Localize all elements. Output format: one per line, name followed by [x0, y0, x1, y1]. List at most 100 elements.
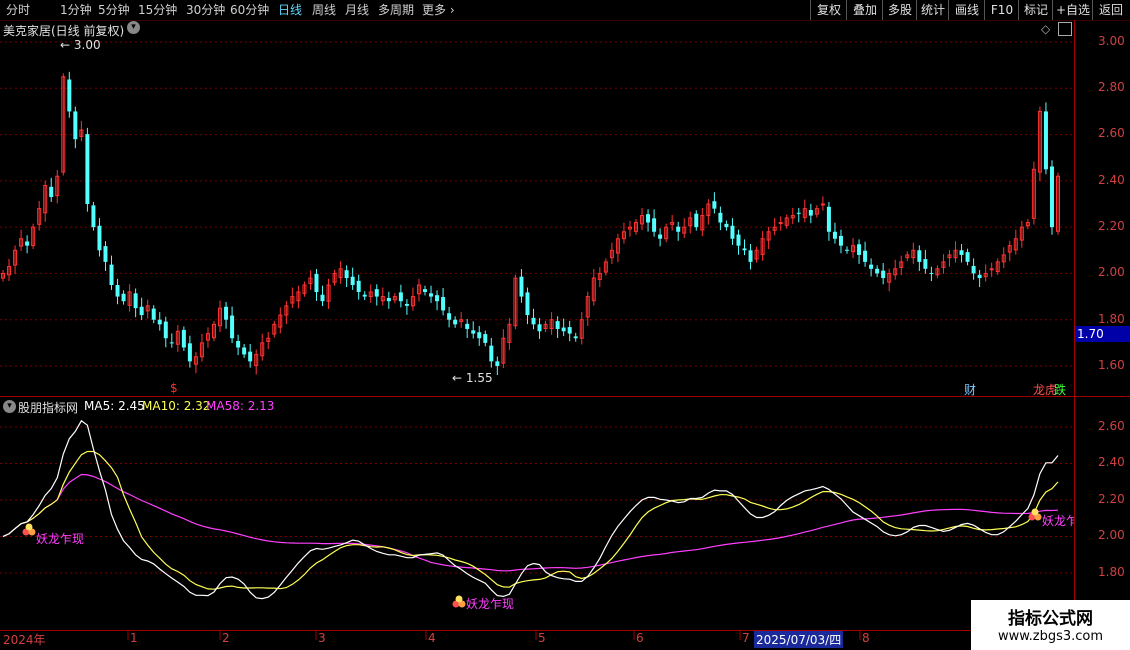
candle-body-down	[344, 270, 349, 279]
candle-body-down	[748, 250, 753, 262]
candle-body-down	[971, 266, 976, 274]
candle-body-down	[181, 329, 186, 348]
candle-body-down	[923, 259, 928, 269]
candle-body-down	[712, 201, 717, 209]
candle-body-down	[1043, 111, 1048, 170]
x-tick: 6	[636, 631, 644, 645]
candle-body-down	[109, 264, 114, 285]
indicator-y-tick: 2.20	[1098, 492, 1125, 506]
chevron-down-icon[interactable]: ▾	[3, 400, 16, 413]
candle-body-down	[881, 270, 886, 279]
candle-body-down	[429, 293, 434, 297]
y-tick: 2.20	[1098, 219, 1125, 233]
candle-body-down	[169, 342, 174, 344]
candle-body-down	[151, 308, 156, 320]
candle-body-down	[398, 292, 403, 302]
ma5-legend: MA5: 2.45	[84, 399, 145, 413]
candle-body-down	[736, 234, 741, 246]
x-tick: 7	[742, 631, 750, 645]
current-price-badge: 1.70	[1075, 326, 1130, 342]
candle-body-down	[808, 210, 813, 216]
candle-body-down	[91, 205, 96, 228]
x-tick: 3	[318, 631, 326, 645]
candle-body-down	[1049, 166, 1054, 228]
candle-body-down	[796, 212, 801, 214]
candle-body-down	[845, 249, 849, 251]
candle-body-down	[115, 285, 120, 297]
x-tick: 5	[538, 631, 546, 645]
indicator-y-tick: 2.00	[1098, 528, 1125, 542]
y-tick: 1.60	[1098, 358, 1125, 372]
watermark-url: www.zbgs3.com	[997, 629, 1104, 644]
signal-label: 妖龙乍现	[466, 597, 515, 611]
indicator-y-tick: 2.60	[1098, 419, 1125, 433]
candle-body-down	[350, 276, 355, 285]
candle-body-down	[646, 214, 651, 223]
kline-chart[interactable]	[0, 0, 1130, 650]
stock-title: 美克家居(日线 前复权)	[3, 24, 125, 38]
window-toggle-icon[interactable]	[1058, 22, 1072, 36]
candle-body-down	[857, 244, 862, 255]
y-tick: 1.80	[1098, 312, 1125, 326]
candle-body-down	[489, 345, 494, 362]
candle-body-down	[236, 341, 241, 348]
candle-body-down	[929, 272, 934, 274]
x-tick: 1	[130, 631, 138, 645]
candle-body-down	[67, 79, 72, 112]
candle-body-down	[525, 292, 530, 316]
x-tick: 2	[222, 631, 230, 645]
candle-body-up	[778, 222, 783, 225]
candle-body-down	[139, 306, 144, 316]
diamond-icon[interactable]: ◇	[1041, 22, 1050, 36]
finance-marker[interactable]: 财	[964, 381, 976, 398]
candle-body-down	[133, 293, 138, 309]
candle-body-down	[531, 317, 536, 325]
candle-body-down	[85, 134, 90, 204]
candle-body-up	[989, 268, 994, 271]
candle-body-down	[362, 294, 367, 297]
candle-body-down	[718, 212, 723, 223]
indicator-y-tick: 2.40	[1098, 455, 1125, 469]
y-tick: 2.60	[1098, 126, 1125, 140]
candle-body-down	[314, 273, 319, 292]
candle-body-down	[356, 280, 361, 292]
candle-body-down	[187, 343, 192, 362]
candle-body-down	[567, 327, 572, 334]
candle-body-down	[103, 246, 108, 262]
candle-body-down	[658, 234, 663, 239]
cursor-date-label: 2025/07/03/四	[754, 631, 844, 648]
x-tick: 2024年	[3, 633, 46, 647]
candle-body-down	[742, 248, 747, 251]
candle-body-down	[157, 319, 162, 325]
candle-body-down	[561, 327, 566, 332]
candle-body-down	[483, 334, 488, 343]
candle-body-down	[676, 226, 681, 232]
candle-body-down	[832, 231, 837, 239]
y-tick: 2.40	[1098, 173, 1125, 187]
candle-body-down	[386, 297, 391, 302]
candle-body-down	[977, 274, 982, 279]
candle-body-down	[320, 294, 325, 302]
panel-divider	[0, 396, 1130, 397]
y-tick: 3.00	[1098, 34, 1125, 48]
candle-body-down	[25, 241, 30, 246]
candle-body-down	[477, 332, 482, 339]
ma58-line	[2, 473, 1059, 572]
x-axis-divider	[0, 630, 1130, 631]
drop-marker[interactable]: 跌	[1054, 381, 1066, 398]
dividend-marker[interactable]: $	[170, 381, 178, 395]
candle-body-down	[465, 323, 470, 329]
candle-body-down	[838, 235, 843, 246]
candle-body-down	[453, 319, 458, 325]
candle-body-down	[447, 313, 452, 320]
candle-body-down	[652, 218, 657, 232]
watermark: 指标公式网 www.zbgs3.com	[971, 600, 1130, 650]
candle-body-down	[863, 250, 868, 262]
ma10-legend: MA10: 2.32	[142, 399, 211, 413]
candle-body-down	[959, 250, 964, 255]
chevron-down-icon[interactable]: ▾	[127, 21, 140, 34]
ma5-line	[2, 419, 1059, 600]
candle-body-down	[374, 289, 379, 297]
signal-icon	[1031, 508, 1039, 516]
candle-body-down	[495, 361, 500, 366]
